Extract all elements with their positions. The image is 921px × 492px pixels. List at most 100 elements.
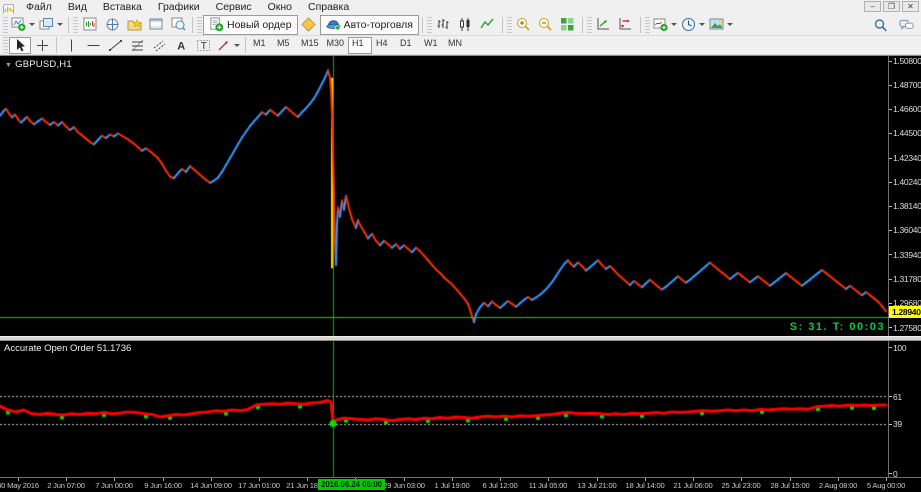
main-chart-canvas[interactable] [0,56,888,336]
time-axis-label: 17 Jun 01:00 [238,481,280,490]
new-order-icon [209,17,224,32]
trade-info-text: S: 31. T: 00:03 [790,321,885,333]
chart-window: ▼GBPUSD,H1 S: 31. T: 00:03 1.28940 1.508… [0,55,921,492]
zoom-out-button[interactable] [535,15,557,35]
time-axis-label: 11 Jul 05:00 [529,481,567,490]
autotrade-button[interactable]: Авто-торговля [320,15,419,35]
indicators-button[interactable] [651,15,679,35]
price-axis-tick [889,85,892,86]
new-chart-button[interactable] [9,15,37,35]
price-axis-tick [889,303,892,304]
timeframe-m15[interactable]: M15 [297,37,323,54]
search-button[interactable] [869,15,891,35]
toolbar-separator [422,17,423,33]
timeframe-h4[interactable]: H4 [372,37,396,54]
new-order-button[interactable]: Новый ордер [203,15,298,35]
indicator-axis-tick [889,347,892,348]
toolbar-drag-handle[interactable] [197,17,202,33]
menu-item[interactable]: Окно [260,0,300,14]
indicator-canvas[interactable] [0,341,888,477]
zoom-in-button[interactable] [513,15,535,35]
price-axis-tick [889,279,892,280]
autotrade-icon [326,17,341,32]
profiles-button[interactable] [37,15,65,35]
svg-text:T: T [200,41,206,52]
channel-button[interactable] [148,37,170,54]
menu-bar: ФайлВидВставкаГрафикиСервисОкноСправка –… [0,0,921,14]
vertical-line-button[interactable] [60,37,82,54]
new-chart-dropdown-arrow[interactable] [29,23,35,26]
timeframe-mn[interactable]: MN [444,37,468,54]
time-axis-label: 13 Jul 21:00 [578,481,617,490]
menu-item[interactable]: Вставка [95,0,150,14]
auto-scroll-button[interactable] [593,15,615,35]
periods-dropdown-arrow[interactable] [699,23,705,26]
price-axis-label: 1.50800 [893,56,921,66]
shapes-dropdown-arrow[interactable] [234,44,240,47]
strategy-tester-button[interactable] [167,15,189,35]
cursor-button[interactable] [9,37,31,54]
toolbar-drag-handle[interactable] [3,17,8,33]
text-tool-button[interactable]: A [170,37,192,54]
menu-item[interactable]: Файл [18,0,60,14]
menu-item[interactable]: Сервис [208,0,260,14]
timeframe-m1[interactable]: M1 [249,37,273,54]
menu-item[interactable]: Графики [150,0,208,14]
chart-line-button[interactable] [477,15,499,35]
trendline-button[interactable] [104,37,126,54]
terminal-button[interactable] [145,15,167,35]
price-axis-label: 1.38140 [893,201,921,211]
price-axis-label: 1.40240 [893,177,921,187]
time-axis-label: 25 Jul 23:00 [722,481,761,490]
navigator-icon [127,17,142,32]
vertical-line-icon [64,38,79,53]
price-axis-tick [889,230,892,231]
horizontal-line-button[interactable] [82,37,104,54]
fibonacci-button[interactable] [126,37,148,54]
crosshair-icon [35,38,50,53]
timeframe-w1[interactable]: W1 [420,37,444,54]
price-axis-label: 1.46600 [893,104,921,114]
chart-shift-button[interactable] [615,15,637,35]
menu-item[interactable]: Справка [300,0,357,14]
strategy-tester-icon [171,17,186,32]
crosshair-button[interactable] [31,37,53,54]
restore-button[interactable]: ❐ [883,1,900,12]
indicator-axis-tick [889,473,892,474]
svg-text:A: A [177,40,185,52]
timeframe-m5[interactable]: M5 [273,37,297,54]
shapes-icon [216,38,231,53]
price-axis-label: 1.42340 [893,153,921,163]
navigator-button[interactable] [123,15,145,35]
templates-dropdown-arrow[interactable] [727,23,733,26]
profiles-dropdown-arrow[interactable] [57,23,63,26]
minimize-button[interactable]: – [864,1,881,12]
timeframe-h1[interactable]: H1 [348,37,372,54]
price-axis-label: 1.33940 [893,250,921,260]
label-tool-button[interactable]: T [192,37,214,54]
symbol-dropdown-icon[interactable]: ▼ [5,62,12,69]
chart-candles-button[interactable] [455,15,477,35]
toolbar-drag-handle[interactable] [427,17,432,33]
toolbar-drag-handle[interactable] [587,17,592,33]
market-watch-button[interactable] [79,15,101,35]
toolbar-drag-handle[interactable] [507,17,512,33]
toolbar-drag-handle[interactable] [645,17,650,33]
metaeditor-button[interactable] [298,15,320,35]
close-button[interactable]: ✕ [902,1,919,12]
chart-bars-button[interactable] [433,15,455,35]
indicators-dropdown-arrow[interactable] [671,23,677,26]
tile-windows-button[interactable] [557,15,579,35]
templates-button[interactable] [707,15,735,35]
toolbar-separator [68,17,69,33]
toolbar-separator [582,17,583,33]
toolbar-drag-handle[interactable] [3,37,8,53]
toolbar-drag-handle[interactable] [73,17,78,33]
chat-button[interactable] [895,15,917,35]
data-window-button[interactable] [101,15,123,35]
menu-item[interactable]: Вид [60,0,95,14]
timeframe-d1[interactable]: D1 [396,37,420,54]
shapes-button[interactable] [214,37,242,54]
periods-button[interactable] [679,15,707,35]
timeframe-m30[interactable]: M30 [323,37,349,54]
